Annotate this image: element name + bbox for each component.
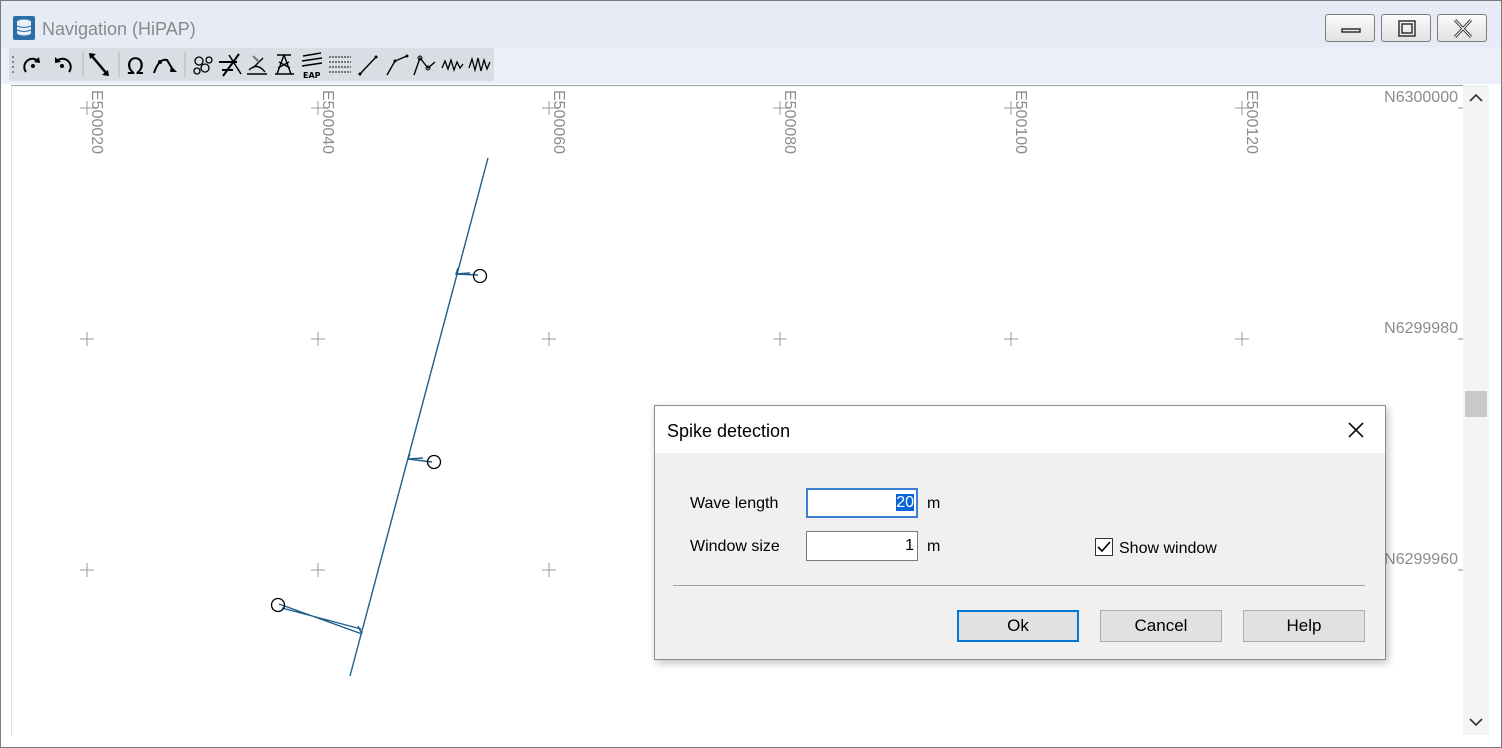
dialog-title: Spike detection	[667, 421, 791, 441]
restore-icon	[1398, 20, 1416, 37]
wave-large-icon[interactable]	[468, 56, 491, 73]
window-size-unit: m	[927, 538, 941, 555]
help-button[interactable]: Help	[1243, 610, 1365, 642]
spike-markers	[270, 268, 488, 613]
wave-length-input[interactable]: 20	[806, 488, 918, 518]
cross-out-icon[interactable]	[219, 53, 242, 77]
show-window-label[interactable]: Show window	[1119, 540, 1217, 558]
scroll-thumb[interactable]	[1465, 391, 1487, 417]
close-icon	[1453, 18, 1473, 39]
wave-small-icon[interactable]	[441, 57, 464, 73]
wave-length-value: 20	[896, 494, 914, 511]
spike-marker[interactable]	[472, 268, 488, 284]
window-size-input[interactable]: 1	[806, 531, 918, 561]
easting-label: E500100	[1012, 90, 1029, 155]
toolbar-grip[interactable]	[12, 56, 14, 73]
minimize-button[interactable]	[1325, 14, 1375, 42]
window-size-label: Window size	[690, 538, 780, 555]
scroll-down-arrow-icon[interactable]	[1463, 709, 1489, 735]
curve-spike-icon[interactable]	[153, 58, 177, 74]
dialog-title-bar[interactable]: Spike detection	[655, 406, 1385, 453]
diagonal-line-icon[interactable]	[89, 53, 109, 76]
checkmark-icon	[1097, 541, 1111, 553]
easting-label: E500120	[1243, 90, 1260, 155]
rotate-counterclockwise-icon[interactable]	[55, 57, 72, 73]
sonar-icon[interactable]	[247, 55, 267, 75]
polyline-icon[interactable]	[386, 54, 409, 76]
dialog-close-icon[interactable]	[1341, 416, 1371, 444]
ok-button[interactable]: Ok	[957, 610, 1079, 642]
hatched-icon[interactable]	[329, 56, 351, 73]
easting-label: E500060	[550, 90, 567, 155]
eap-label: EAP	[303, 71, 321, 80]
wave-length-label: Wave length	[690, 495, 779, 512]
cancel-button[interactable]: Cancel	[1100, 610, 1222, 642]
rotate-clockwise-icon[interactable]	[23, 57, 40, 73]
window-size-value: 1	[905, 537, 914, 554]
svg-text:Ω: Ω	[127, 55, 144, 80]
vertical-scrollbar[interactable]	[1463, 85, 1489, 735]
eap-icon[interactable]: EAP	[301, 52, 323, 80]
omega-icon[interactable]: Ω	[127, 55, 144, 80]
wave-length-unit: m	[927, 495, 941, 512]
easting-label: E500080	[781, 90, 798, 155]
maximize-button[interactable]	[1381, 14, 1431, 42]
polyline-nodes-icon[interactable]	[413, 55, 436, 76]
easting-label: E500040	[319, 90, 336, 155]
line-icon[interactable]	[358, 55, 378, 76]
spike-detection-dialog: Spike detection Wave length 20 m Window …	[654, 405, 1386, 660]
scroll-up-arrow-icon[interactable]	[1463, 85, 1489, 111]
multibeam-icon[interactable]	[275, 54, 294, 75]
close-button[interactable]	[1437, 14, 1487, 42]
vessel-track	[278, 157, 489, 677]
toolbar: Ω EAP	[9, 48, 494, 81]
show-window-checkbox[interactable]	[1095, 538, 1113, 556]
minimize-icon	[1341, 28, 1361, 33]
navigation-window: Navigation (HiPAP) Ω EAP E500020 E500040…	[0, 0, 1502, 748]
filter-circles-icon[interactable]	[193, 56, 213, 75]
easting-label: E500020	[88, 90, 105, 155]
app-database-icon	[13, 16, 35, 40]
dialog-separator	[673, 585, 1365, 586]
title-bar[interactable]: Navigation (HiPAP)	[1, 1, 1501, 47]
window-title: Navigation (HiPAP)	[42, 19, 196, 39]
northing-label: N6299980	[1384, 320, 1458, 337]
northing-label: N6300000	[1384, 89, 1458, 106]
